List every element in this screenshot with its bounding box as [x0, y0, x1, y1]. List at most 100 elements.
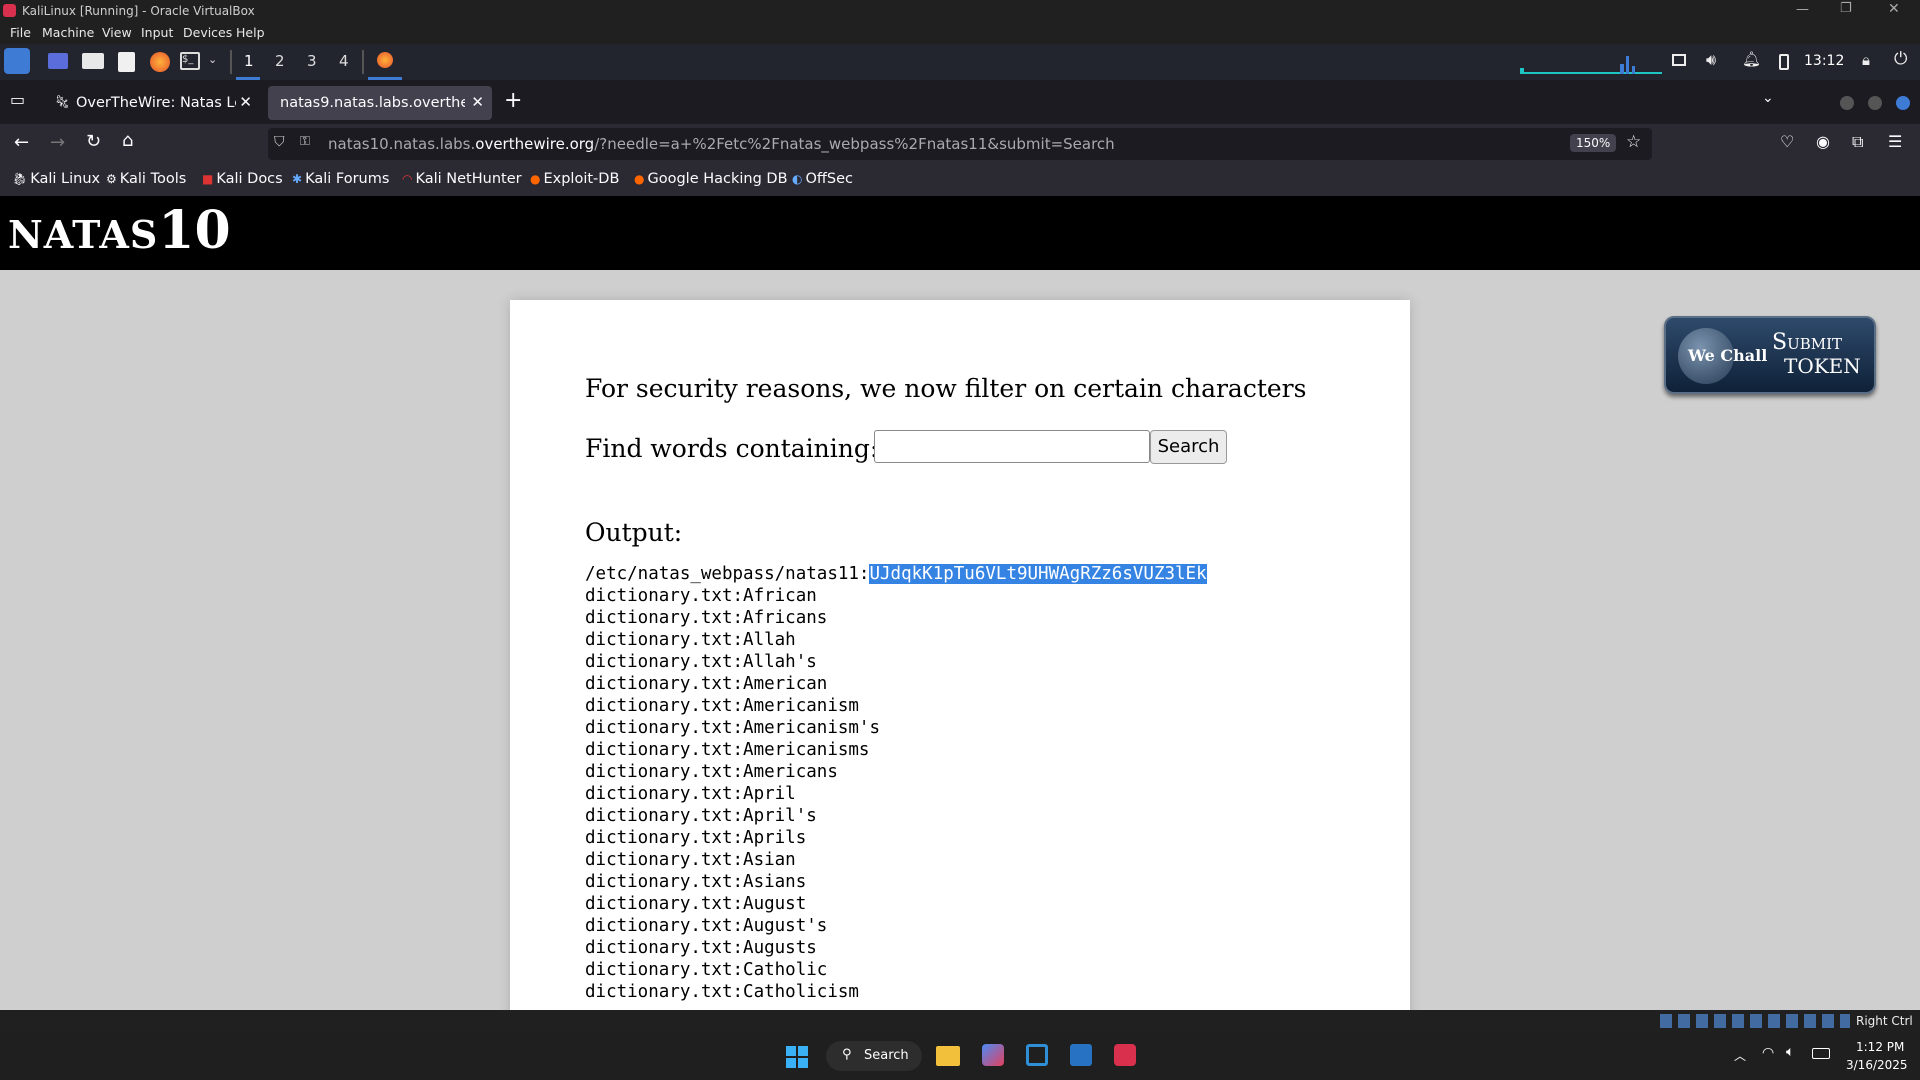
file-explorer-icon[interactable]: [936, 1046, 960, 1066]
bookmarks-toolbar: 🐉︎ Kali Linux ⚙ Kali Tools ■ Kali Docs ✱ Kal…: [0, 164, 1920, 196]
search-button[interactable]: Search: [1150, 430, 1227, 464]
battery-icon[interactable]: [1812, 1048, 1830, 1059]
terminal-icon[interactable]: $_: [180, 52, 200, 70]
url-bar[interactable]: ⛉ ⚿ natas10.natas.labs.overthewire.org/?…: [268, 128, 1652, 160]
tab-close-icon[interactable]: ✕: [239, 93, 252, 111]
bookmark-kali-linux[interactable]: 🐉︎ Kali Linux: [12, 171, 100, 187]
account-icon[interactable]: ◉: [1816, 132, 1830, 151]
file-manager-icon[interactable]: [82, 53, 104, 69]
bell-icon[interactable]: 🔔︎: [1742, 50, 1761, 68]
tray-chevron-up-icon[interactable]: ︿: [1734, 1047, 1746, 1064]
vbox-status-icons[interactable]: [1660, 1014, 1850, 1028]
close-icon[interactable]: ✕: [1888, 1, 1900, 17]
battery-icon[interactable]: [1779, 54, 1789, 70]
menu-file[interactable]: File: [10, 25, 31, 40]
restore-icon[interactable]: ❐: [1840, 1, 1852, 16]
bookmark-label: Kali NetHunter: [415, 171, 522, 187]
url-domain: overthewire.org: [475, 135, 595, 153]
pocket-icon[interactable]: ♡: [1780, 132, 1794, 151]
menu-hamburger-icon[interactable]: ☰: [1888, 132, 1902, 151]
tray-date[interactable]: 3/16/2025: [1846, 1058, 1908, 1072]
output-line: dictionary.txt:April's: [585, 806, 817, 826]
host-key-label: Right Ctrl: [1856, 1014, 1913, 1028]
debian-terminal-icon[interactable]: [1114, 1044, 1136, 1066]
forward-icon[interactable]: →: [50, 132, 65, 153]
paint-icon[interactable]: [982, 1044, 1004, 1066]
output-line: dictionary.txt:April: [585, 784, 796, 804]
taskbar-search[interactable]: ⚲ Search: [826, 1041, 922, 1071]
tab-overthewire[interactable]: 🦎︎ OverTheWire: Natas Leve ✕: [46, 86, 260, 120]
reload-icon[interactable]: ↻: [86, 131, 101, 152]
page-info-icon[interactable]: ⚿: [300, 134, 310, 149]
tab-list-icon[interactable]: ▭: [10, 90, 25, 109]
wifi-icon[interactable]: ◠: [1762, 1045, 1774, 1061]
power-icon[interactable]: ⏻: [1894, 49, 1907, 69]
volume-icon[interactable]: 🔊︎: [1706, 50, 1716, 70]
workspace-3[interactable]: 3: [307, 52, 317, 70]
menu-machine[interactable]: Machine: [42, 25, 94, 40]
bookmark-kali-forums[interactable]: ✱ Kali Forums: [292, 171, 389, 187]
bookmark-offsec[interactable]: ◐ OffSec: [792, 171, 853, 187]
extensions-icon[interactable]: ⧉: [1852, 132, 1863, 152]
close-icon[interactable]: [1896, 96, 1910, 110]
kali-panel: $_ ⌄ 1 2 3 4 🔊︎ 🔔︎ 13:12 🔒︎ ⏻: [0, 44, 1920, 80]
zoom-indicator[interactable]: 150%: [1570, 134, 1617, 152]
kali-menu-icon[interactable]: [4, 48, 30, 74]
chevron-down-icon[interactable]: ⌄: [208, 53, 217, 66]
bookmark-kali-nethunter[interactable]: ◠ Kali NetHunter: [402, 171, 522, 187]
vscode-icon[interactable]: [1026, 1044, 1048, 1066]
speaker-icon[interactable]: 🔈︎: [1786, 1044, 1794, 1060]
bookmark-exploit-db[interactable]: ● Exploit-DB: [530, 171, 619, 187]
bookmark-label: OffSec: [805, 171, 853, 187]
tab-close-icon[interactable]: ✕: [471, 93, 484, 111]
tray-time[interactable]: 1:12 PM: [1856, 1040, 1904, 1054]
bookmark-kali-docs[interactable]: ■ Kali Docs: [202, 171, 283, 187]
lock-icon[interactable]: 🔒︎: [1862, 51, 1870, 69]
shield-icon[interactable]: ⛉: [274, 134, 285, 150]
bookmark-label: Kali Linux: [30, 171, 101, 187]
menu-input[interactable]: Input: [141, 25, 173, 40]
output-line: dictionary.txt:Catholicism: [585, 982, 859, 1002]
display-icon[interactable]: [1672, 54, 1686, 66]
natas-logo: NATAS10: [8, 200, 231, 261]
natas-header: NATAS10: [0, 196, 1920, 270]
output-path: /etc/natas_webpass/natas11:: [585, 564, 870, 584]
bookmark-google-hacking-db[interactable]: ● Google Hacking DB: [634, 171, 788, 187]
workspace-4[interactable]: 4: [339, 52, 349, 70]
password-selection[interactable]: UJdqkK1pTu6VLt9UHWAgRZz6sVUZ3lEk: [869, 564, 1207, 584]
list-all-tabs-icon[interactable]: ⌄: [1762, 90, 1774, 106]
search-input[interactable]: [874, 430, 1150, 463]
back-icon[interactable]: ←: [14, 132, 29, 153]
bookmark-kali-tools[interactable]: ⚙ Kali Tools: [106, 171, 186, 187]
bookmark-star-icon[interactable]: ☆: [1626, 132, 1641, 152]
url-prefix: natas10.natas.labs.: [328, 135, 476, 153]
tab-natas9[interactable]: natas9.natas.labs.overthewir ✕: [268, 86, 492, 120]
menu-devices[interactable]: Devices: [183, 25, 232, 40]
desktop-icon[interactable]: [48, 53, 68, 69]
workspace-2[interactable]: 2: [275, 52, 285, 70]
menu-view[interactable]: View: [102, 25, 132, 40]
find-label: Find words containing:: [585, 434, 879, 463]
bookmark-label: Google Hacking DB: [647, 171, 788, 187]
home-icon[interactable]: ⌂: [122, 130, 133, 151]
workspace-1[interactable]: 1: [236, 44, 260, 80]
vs-icon[interactable]: [1070, 1044, 1092, 1066]
firefox-icon[interactable]: [150, 52, 170, 72]
windows-taskbar: ⚲ Search ︿ ◠ 🔈︎ 1:12 PM 3/16/2025: [0, 1032, 1920, 1080]
minimize-icon[interactable]: —: [1796, 2, 1809, 17]
output-line: dictionary.txt:August's: [585, 916, 828, 936]
menu-help[interactable]: Help: [236, 25, 265, 40]
vbox-menubar: File Machine View Input Devices Help: [0, 22, 1920, 44]
output-line: dictionary.txt:Africans: [585, 608, 828, 628]
windows-start-icon[interactable]: [786, 1046, 808, 1068]
taskbar-firefox-window[interactable]: [368, 44, 402, 80]
wechall-submit-token-button[interactable]: We Chall Submit Token: [1664, 316, 1876, 394]
output-line: dictionary.txt:African: [585, 586, 817, 606]
text-editor-icon[interactable]: [118, 52, 135, 72]
new-tab-icon[interactable]: +: [504, 88, 522, 113]
search-icon: ⚲: [842, 1047, 852, 1062]
maximize-icon[interactable]: [1868, 96, 1882, 110]
output-list: dictionary.txt:African dictionary.txt:Afr…: [585, 585, 880, 1003]
panel-clock[interactable]: 13:12: [1804, 53, 1844, 69]
minimize-icon[interactable]: [1840, 96, 1854, 110]
